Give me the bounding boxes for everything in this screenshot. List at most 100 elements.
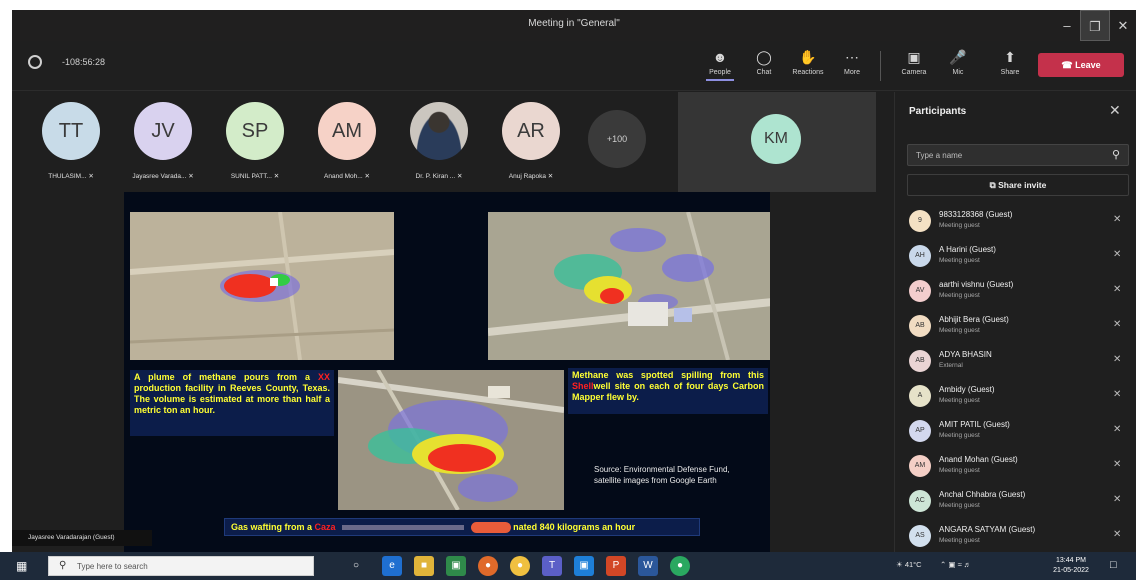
close-panel-icon[interactable]: ✕	[1109, 102, 1121, 119]
camera-off-icon: ▣	[907, 49, 921, 65]
list-item[interactable]: AM Anand Mohan (Guest) Meeting guest ✕	[895, 449, 1136, 483]
list-item[interactable]: 9 9833128368 (Guest) Meeting guest ✕	[895, 204, 1136, 238]
app-icon[interactable]: ●	[670, 556, 690, 576]
participant-role: External	[939, 362, 963, 369]
teams-icon[interactable]: T	[542, 556, 562, 576]
share-button[interactable]: ⬆ Share	[988, 47, 1032, 87]
minimize-button[interactable]: –	[1052, 10, 1082, 41]
system-tray[interactable]: ⌃ ▣ ≈ ♬	[940, 560, 971, 569]
firefox-icon[interactable]: ●	[478, 556, 498, 576]
participant-name: ADYA BHASIN	[939, 350, 992, 359]
people-button[interactable]: ☻ People	[698, 47, 742, 87]
word-icon[interactable]: W	[638, 556, 658, 576]
store-icon[interactable]: ▣	[446, 556, 466, 576]
caption-shell-site: Methane was spotted spilling from this S…	[568, 368, 768, 414]
taskbar-search: ⚲	[48, 556, 314, 576]
participant-name: Abhijit Bera (Guest)	[939, 315, 1009, 324]
participant-tile[interactable]: Dr. P. Kiran ... ✕	[402, 102, 476, 187]
weather-widget[interactable]: ☀ 41°C	[896, 560, 922, 569]
restore-button[interactable]: ❐	[1080, 10, 1110, 41]
participant-tile[interactable]: SP SUNIL PATT... ✕	[218, 102, 292, 187]
participant-name: Dr. P. Kiran ...	[415, 173, 456, 180]
participant-tile[interactable]: AR Anuj Rapoka ✕	[494, 102, 568, 187]
mic-off-icon: 🎤	[949, 49, 967, 65]
share-invite-icon: ⧉	[989, 180, 996, 190]
participant-role: Meeting guest	[939, 292, 980, 299]
caption-caza-site: Gas wafting from a Caza nated 840 kilogr…	[224, 518, 700, 536]
mic-muted-icon: ✕	[1113, 284, 1122, 295]
mic-muted-icon: ✕	[1113, 459, 1122, 470]
list-item[interactable]: AP AMIT PATIL (Guest) Meeting guest ✕	[895, 414, 1136, 448]
mic-muted-icon: ✕	[456, 173, 463, 180]
list-item[interactable]: AH A Harini (Guest) Meeting guest ✕	[895, 239, 1136, 273]
participant-role: Meeting guest	[939, 327, 980, 334]
search-icon: ⚲	[59, 560, 67, 571]
cortana-icon[interactable]: ○	[346, 556, 366, 576]
satellite-image-shell-site	[488, 212, 770, 360]
list-item[interactable]: AB ADYA BHASIN External ✕	[895, 344, 1136, 378]
more-button[interactable]: ⋯ More	[830, 47, 874, 87]
presenter-label: Jayasree Varadarajan (Guest)	[12, 530, 152, 546]
list-item[interactable]: A Ambidy (Guest) Meeting guest ✕	[895, 379, 1136, 413]
mic-button[interactable]: 🎤 Mic	[936, 47, 980, 87]
participant-name: Jayasree Varada...	[132, 173, 187, 180]
notification-icon[interactable]: □	[1110, 559, 1117, 571]
participant-search: ⚲	[907, 144, 1129, 166]
participant-name: THULASIM...	[48, 173, 87, 180]
window-title: Meeting in "General"	[528, 18, 620, 29]
list-item[interactable]: AV aarthi vishnu (Guest) Meeting guest ✕	[895, 274, 1136, 308]
reactions-button[interactable]: ✋ Reactions	[786, 47, 830, 87]
avatar: 9	[909, 210, 931, 232]
participant-tile[interactable]: TT THULASIM... ✕	[34, 102, 108, 187]
share-tray-icon: ⬆	[1004, 49, 1016, 65]
participant-role: Meeting guest	[939, 397, 980, 404]
satellite-image-graphic	[130, 212, 394, 360]
participant-name: Anuj Rapoka	[508, 173, 546, 180]
participant-name: ANGARA SATYAM (Guest)	[939, 525, 1036, 534]
photos-icon[interactable]: ▣	[574, 556, 594, 576]
meeting-toolbar: -108:56:28 ☻ People ◯ Chat ✋ Reactions ⋯…	[12, 41, 1136, 91]
network-icon: ▣	[948, 560, 956, 569]
participant-tile[interactable]: AM Anand Moh... ✕	[310, 102, 384, 187]
participant-tile[interactable]: JV Jayasree Varada... ✕	[126, 102, 200, 187]
mic-muted-icon: ✕	[547, 173, 554, 180]
meeting-timer: -108:56:28	[62, 57, 106, 67]
chat-button[interactable]: ◯ Chat	[742, 47, 786, 87]
spotlight-tile[interactable]: KM	[678, 92, 876, 192]
chevron-up-icon: ⌃	[940, 560, 947, 569]
list-item[interactable]: AB Abhijit Bera (Guest) Meeting guest ✕	[895, 309, 1136, 343]
participant-search-input[interactable]	[908, 145, 1104, 165]
participant-role: Meeting guest	[939, 257, 980, 264]
list-item[interactable]: AC Anchal Chhabra (Guest) Meeting guest …	[895, 484, 1136, 518]
mic-muted-icon: ✕	[1113, 389, 1122, 400]
avatar: KM	[751, 114, 801, 164]
participant-name: Anand Moh...	[324, 173, 363, 180]
read-more-pill	[470, 522, 511, 534]
windows-start-icon[interactable]: ▦	[16, 559, 30, 573]
taskbar-clock[interactable]: 13:44 PM 21-05-2022	[1046, 556, 1096, 576]
chat-icon: ◯	[756, 49, 772, 65]
search-icon[interactable]: ⚲	[1112, 148, 1120, 161]
leave-button[interactable]: ☎ Leave	[1038, 53, 1124, 77]
camera-button[interactable]: ▣ Camera	[892, 47, 936, 87]
avatar: AH	[909, 245, 931, 267]
edge-icon[interactable]: e	[382, 556, 402, 576]
avatar: AB	[909, 315, 931, 337]
participant-role: Meeting guest	[939, 467, 980, 474]
mic-muted-icon: ✕	[1113, 354, 1122, 365]
toolbar-divider	[880, 51, 881, 81]
chrome-icon[interactable]: ●	[510, 556, 530, 576]
volume-icon: ♬	[963, 560, 972, 569]
share-invite-button[interactable]: ⧉ Share invite	[907, 174, 1129, 196]
taskbar-search-input[interactable]	[77, 557, 307, 575]
avatar: TT	[42, 102, 100, 160]
list-item[interactable]: AS ANGARA SATYAM (Guest) Meeting guest ✕	[895, 519, 1136, 553]
file-explorer-icon[interactable]: ■	[414, 556, 434, 576]
participant-name: Anand Mohan (Guest)	[939, 455, 1018, 464]
more-participants-button[interactable]: +100	[588, 110, 646, 168]
powerpoint-icon[interactable]: P	[606, 556, 626, 576]
avatar: A	[909, 385, 931, 407]
participant-role: Meeting guest	[939, 432, 980, 439]
mic-muted-icon: ✕	[273, 173, 280, 180]
close-window-button[interactable]: ✕	[1108, 10, 1136, 41]
